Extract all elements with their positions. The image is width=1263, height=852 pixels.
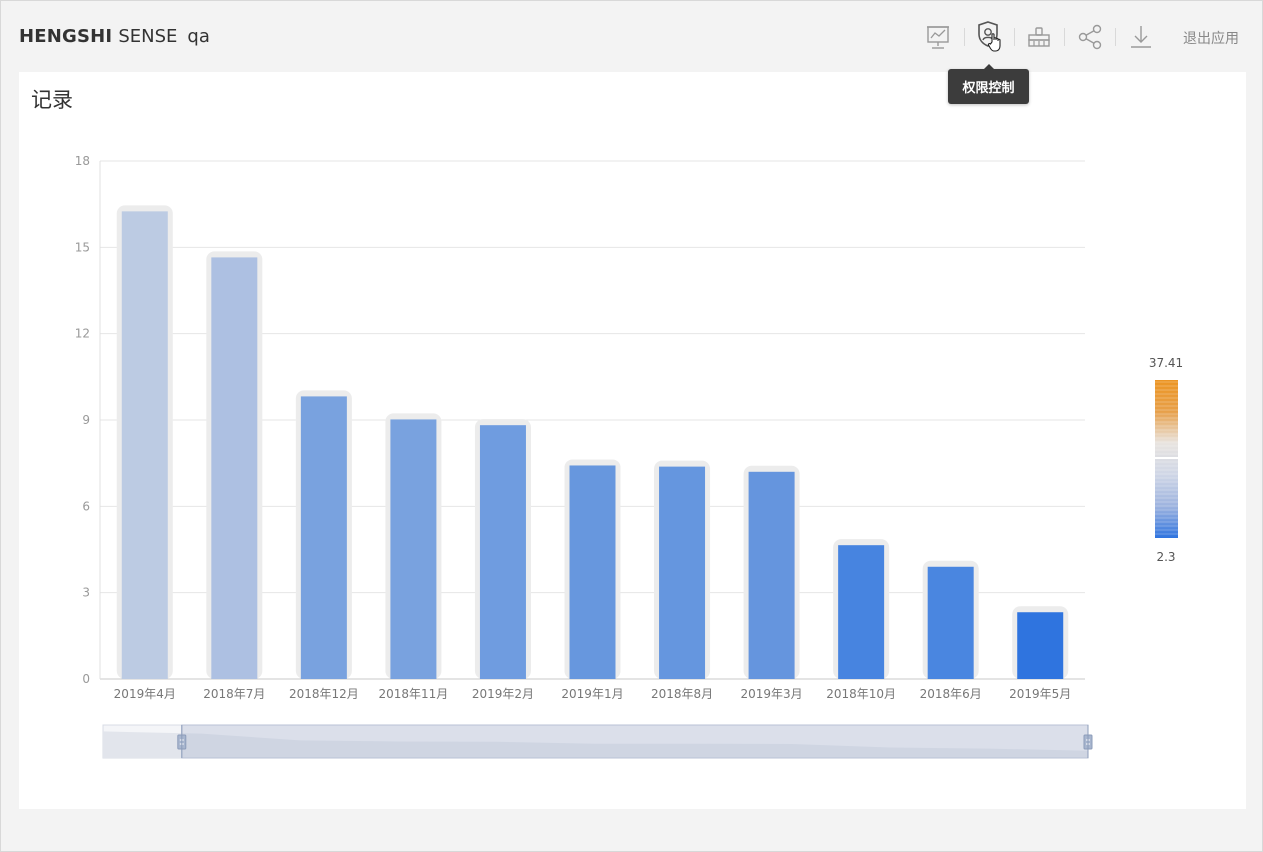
y-tick-label: 15	[75, 240, 90, 254]
app-header: HENGSHI SENSE qa 退出应用	[0, 0, 1263, 72]
download-icon[interactable]	[1126, 22, 1156, 52]
presentation-icon[interactable]	[923, 22, 953, 52]
color-scale-max-label: 37.41	[1149, 356, 1183, 370]
color-scale-min-label: 2.3	[1156, 550, 1175, 564]
bar	[390, 419, 437, 679]
toolbar-divider	[1115, 28, 1116, 46]
x-tick-label: 2018年10月	[826, 687, 896, 701]
y-tick-label: 18	[75, 154, 90, 168]
bar	[211, 257, 258, 679]
bar	[659, 466, 706, 679]
brand-main: HENGSHI	[19, 26, 113, 47]
bar	[927, 566, 974, 679]
data-zoom-selection[interactable]	[181, 724, 1089, 759]
x-tick-label: 2019年3月	[740, 687, 802, 701]
bar	[1017, 612, 1064, 679]
share-icon[interactable]	[1075, 22, 1105, 52]
bar	[121, 211, 168, 679]
x-tick-label: 2019年1月	[561, 687, 623, 701]
brand-sub: SENSE	[118, 26, 178, 47]
bar-chart: 0 3 6 9 12 15 18 2019年4月 2018年7月 2018年12月 2018年11月…	[75, 154, 1183, 759]
y-tick-label: 3	[82, 586, 90, 600]
bar	[300, 396, 347, 679]
x-tick-label: 2018年12月	[289, 687, 359, 701]
bar	[479, 425, 526, 679]
app-brand: HENGSHI SENSE qa	[19, 26, 210, 47]
x-tick-label: 2018年11月	[379, 687, 449, 701]
app-name: qa	[187, 26, 210, 47]
toolbar-divider	[964, 28, 965, 46]
bar	[748, 471, 795, 679]
x-tick-label: 2019年5月	[1009, 687, 1071, 701]
bar	[838, 545, 885, 679]
y-tick-label: 12	[75, 327, 90, 341]
y-tick-label: 6	[82, 499, 90, 513]
bar	[569, 465, 616, 679]
toolbar-divider	[1064, 28, 1065, 46]
toolbar-divider	[1014, 28, 1015, 46]
y-tick-label: 9	[82, 413, 90, 427]
exit-app-link[interactable]: 退出应用	[1183, 28, 1239, 48]
x-tick-label: 2019年4月	[114, 687, 176, 701]
x-tick-label: 2018年6月	[920, 687, 982, 701]
y-tick-label: 0	[82, 672, 90, 686]
chart-card: 记录 0 3 6 9 12 15 18 2019年4月 2018年7月 2018年12月 2018年…	[19, 72, 1246, 809]
permission-tooltip: 权限控制	[948, 64, 1029, 104]
x-tick-label: 2018年7月	[203, 687, 265, 701]
clean-brush-icon[interactable]	[1024, 22, 1054, 52]
x-tick-label: 2018年8月	[651, 687, 713, 701]
permission-shield-icon[interactable]	[974, 21, 1004, 52]
x-tick-label: 2019年2月	[472, 687, 534, 701]
